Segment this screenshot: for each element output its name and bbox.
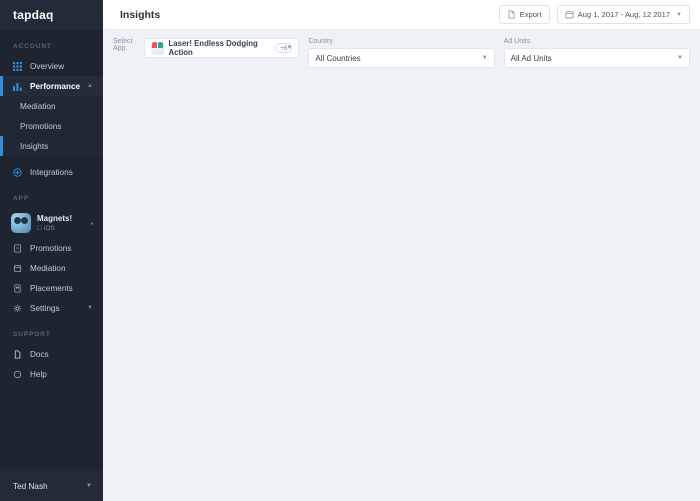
chevron-down-icon: ▼: [676, 11, 682, 18]
sidebar-item-placements[interactable]: Placements: [0, 278, 103, 298]
app-platform:  iOS: [37, 225, 72, 232]
user-name: Ted Nash: [13, 481, 48, 491]
sidebar-item-docs[interactable]: Docs: [0, 344, 103, 364]
sidebar-item-label: Insights: [20, 141, 49, 151]
puzzle-icon: [13, 167, 24, 177]
select-app-label: Select App: [113, 38, 133, 52]
sidebar-section-account: ACCOUNT: [13, 43, 52, 50]
date-range-label: Aug 1, 2017 - Aug, 12 2017: [577, 10, 671, 19]
app-select-value: Laser! Endless Dodging Action: [168, 39, 258, 57]
sidebar-item-overview[interactable]: Overview: [0, 56, 103, 76]
gear-icon: [13, 304, 24, 313]
app-platform-label: iOS: [39, 225, 55, 232]
sidebar-item-settings[interactable]: Settings ▼: [0, 298, 103, 318]
chevron-right-icon: ▸: [90, 221, 94, 227]
document-icon: [13, 349, 24, 359]
sidebar: tapdaq ACCOUNT Overview Performance ▲ Me…: [0, 0, 103, 501]
sidebar-item-promotions[interactable]: Promotions: [0, 116, 103, 136]
app-select[interactable]: Laser! Endless Dodging Action +6 ▼: [143, 38, 300, 58]
sidebar-item-label: Integrations: [30, 167, 73, 177]
sidebar-item-label: Help: [30, 369, 47, 379]
ad-units-select-value: All Ad Units: [510, 53, 552, 63]
filter-bar: Select App Laser! Endless Dodging Action…: [103, 30, 700, 501]
user-menu[interactable]: Ted Nash ▼: [0, 471, 103, 501]
apple-icon: : [37, 225, 42, 232]
country-label: Country: [308, 38, 333, 45]
chevron-down-icon: ▼: [677, 55, 683, 61]
export-label: Export: [519, 10, 542, 19]
app-switcher[interactable]: Magnets!  iOS ▸: [0, 208, 103, 238]
country-select-value: All Countries: [315, 53, 361, 63]
grid-icon: [13, 61, 24, 71]
sidebar-item-label: Placements: [30, 283, 73, 293]
chevron-down-icon: ▼: [286, 45, 293, 51]
filter-country: Country All Countries ▼ All Countries Un…: [308, 38, 495, 501]
sidebar-item-mediation[interactable]: Mediation: [0, 96, 103, 116]
sidebar-item-label: Overview: [30, 61, 65, 71]
brand-name: tapdaq: [13, 8, 54, 22]
layers-icon: [13, 264, 24, 273]
topbar-actions: Export Aug 1, 2017 - Aug, 12 2017 ▼: [498, 5, 690, 24]
sidebar-item-performance[interactable]: Performance ▲: [0, 76, 103, 96]
sidebar-item-insights[interactable]: Insights: [0, 136, 103, 156]
sidebar-item-label: Performance: [30, 81, 81, 91]
main-content: Insights Export Aug 1, 2017 - Aug, 12 20…: [103, 0, 700, 501]
help-icon: [13, 370, 24, 379]
placement-icon: [13, 283, 24, 293]
sidebar-item-app-mediation[interactable]: Mediation: [0, 258, 103, 278]
export-button[interactable]: Export: [498, 5, 550, 24]
sidebar-section-app: APP: [13, 195, 30, 202]
sidebar-item-help[interactable]: Help: [0, 364, 103, 384]
brand-logo[interactable]: tapdaq: [0, 0, 103, 30]
chevron-down-icon: ▼: [86, 483, 92, 489]
app-avatar: [11, 213, 31, 233]
sidebar-section-support: SUPPORT: [13, 331, 51, 338]
sidebar-item-label: Mediation: [20, 101, 56, 111]
page-title: Insights: [120, 8, 161, 21]
chevron-down-icon: ▼: [481, 55, 488, 61]
megaphone-icon: [13, 243, 24, 253]
sidebar-item-integrations[interactable]: Integrations: [0, 162, 103, 182]
filter-ad-units: Ad Units All Ad Units ▼ Static Interstit…: [503, 38, 690, 501]
sidebar-item-label: Promotions: [30, 243, 72, 253]
topbar: Insights Export Aug 1, 2017 - Aug, 12 20…: [103, 0, 700, 30]
app-thumbnail-icon: [150, 41, 164, 55]
chevron-up-icon: ▲: [87, 83, 93, 89]
export-icon: [507, 10, 516, 19]
app-root: tapdaq ACCOUNT Overview Performance ▲ Me…: [0, 0, 700, 501]
sidebar-item-app-promotions[interactable]: Promotions: [0, 238, 103, 258]
ad-units-label: Ad Units: [503, 38, 531, 45]
ad-units-select[interactable]: All Ad Units ▼: [503, 48, 690, 68]
filter-select-app: Select App Laser! Endless Dodging Action…: [113, 38, 300, 501]
performance-subnav: Mediation Promotions Insights: [0, 96, 103, 156]
country-select[interactable]: All Countries ▼: [308, 48, 495, 68]
sidebar-item-label: Docs: [30, 349, 49, 359]
sidebar-item-label: Mediation: [30, 263, 66, 273]
app-name: Magnets!: [37, 214, 73, 223]
calendar-icon: [565, 10, 574, 19]
app-meta: Magnets!  iOS: [37, 214, 72, 232]
sidebar-item-label: Promotions: [20, 121, 62, 131]
bar-chart-icon: [13, 82, 24, 91]
date-range-picker[interactable]: Aug 1, 2017 - Aug, 12 2017 ▼: [556, 5, 690, 24]
sidebar-item-label: Settings: [30, 303, 60, 313]
chevron-down-icon: ▼: [87, 305, 93, 311]
